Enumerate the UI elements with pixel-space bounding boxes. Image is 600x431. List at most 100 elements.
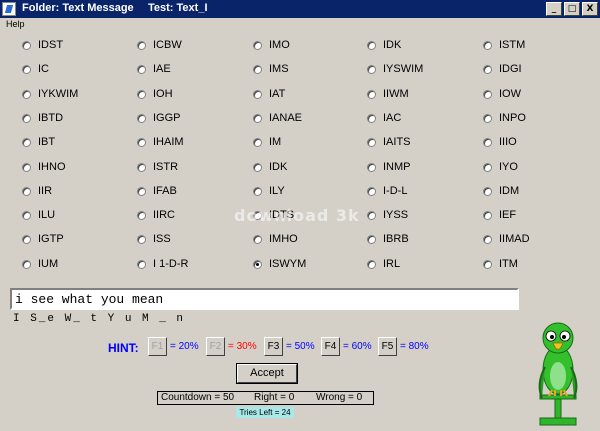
radio-icon[interactable] (137, 40, 146, 50)
option-36[interactable]: ILU (22, 208, 55, 222)
radio-icon[interactable] (253, 259, 262, 269)
radio-icon[interactable] (253, 64, 262, 74)
accept-button[interactable]: Accept (237, 364, 297, 383)
radio-icon[interactable] (367, 40, 376, 50)
radio-icon[interactable] (137, 137, 146, 147)
option-42[interactable]: ISS (137, 232, 171, 246)
radio-icon[interactable] (253, 137, 262, 147)
radio-icon[interactable] (22, 137, 31, 147)
radio-icon[interactable] (483, 259, 492, 269)
option-2[interactable]: ICBW (137, 38, 182, 52)
radio-icon[interactable] (483, 186, 492, 196)
answer-field[interactable]: i see what you mean (10, 288, 519, 310)
radio-icon[interactable] (367, 137, 376, 147)
option-12[interactable]: IOH (137, 87, 173, 101)
radio-icon[interactable] (22, 113, 31, 123)
radio-icon[interactable] (367, 259, 376, 269)
option-21[interactable]: IBT (22, 135, 55, 149)
radio-icon[interactable] (253, 234, 262, 244)
radio-icon[interactable] (137, 89, 146, 99)
radio-icon[interactable] (483, 137, 492, 147)
option-23[interactable]: IM (253, 135, 281, 149)
option-31[interactable]: IIR (22, 184, 52, 198)
hint-f5-button[interactable]: F5 (378, 337, 397, 356)
option-6[interactable]: IC (22, 62, 49, 76)
radio-icon[interactable] (22, 89, 31, 99)
option-33[interactable]: ILY (253, 184, 285, 198)
option-32[interactable]: IFAB (137, 184, 177, 198)
radio-icon[interactable] (483, 234, 492, 244)
option-20[interactable]: INPO (483, 111, 526, 125)
radio-icon[interactable] (22, 40, 31, 50)
radio-icon[interactable] (367, 89, 376, 99)
radio-icon[interactable] (367, 162, 376, 172)
hint-f2-button[interactable]: F2 (206, 337, 225, 356)
option-15[interactable]: IOW (483, 87, 521, 101)
option-5[interactable]: ISTM (483, 38, 525, 52)
hint-f3-button[interactable]: F3 (264, 337, 283, 356)
option-16[interactable]: IBTD (22, 111, 63, 125)
radio-icon[interactable] (22, 259, 31, 269)
option-40[interactable]: IEF (483, 208, 516, 222)
radio-icon[interactable] (22, 210, 31, 220)
radio-icon[interactable] (253, 113, 262, 123)
option-10[interactable]: IDGI (483, 62, 522, 76)
hint-f4-button[interactable]: F4 (321, 337, 340, 356)
option-47[interactable]: I 1-D-R (137, 257, 188, 271)
option-18[interactable]: IANAE (253, 111, 302, 125)
option-45[interactable]: IIMAD (483, 232, 530, 246)
option-11[interactable]: IYKWIM (22, 87, 78, 101)
option-1[interactable]: IDST (22, 38, 63, 52)
option-27[interactable]: ISTR (137, 160, 178, 174)
radio-icon[interactable] (22, 64, 31, 74)
radio-icon[interactable] (367, 186, 376, 196)
radio-icon[interactable] (367, 210, 376, 220)
radio-icon[interactable] (22, 162, 31, 172)
radio-icon[interactable] (483, 40, 492, 50)
option-25[interactable]: IIIO (483, 135, 517, 149)
radio-icon[interactable] (137, 234, 146, 244)
option-8[interactable]: IMS (253, 62, 289, 76)
radio-icon[interactable] (253, 40, 262, 50)
option-46[interactable]: IUM (22, 257, 58, 271)
option-14[interactable]: IIWM (367, 87, 409, 101)
option-50[interactable]: ITM (483, 257, 518, 271)
radio-icon[interactable] (483, 210, 492, 220)
option-41[interactable]: IGTP (22, 232, 64, 246)
radio-icon[interactable] (483, 64, 492, 74)
option-19[interactable]: IAC (367, 111, 401, 125)
radio-icon[interactable] (483, 113, 492, 123)
option-39[interactable]: IYSS (367, 208, 408, 222)
option-13[interactable]: IAT (253, 87, 285, 101)
option-29[interactable]: INMP (367, 160, 411, 174)
radio-icon[interactable] (137, 186, 146, 196)
option-24[interactable]: IAITS (367, 135, 411, 149)
option-37[interactable]: IIRC (137, 208, 175, 222)
radio-icon[interactable] (137, 64, 146, 74)
option-28[interactable]: IDK (253, 160, 287, 174)
hint-f1-button[interactable]: F1 (148, 337, 167, 356)
radio-icon[interactable] (22, 186, 31, 196)
option-30[interactable]: IYO (483, 160, 518, 174)
radio-icon[interactable] (367, 64, 376, 74)
radio-icon[interactable] (483, 89, 492, 99)
option-44[interactable]: IBRB (367, 232, 409, 246)
option-22[interactable]: IHAIM (137, 135, 184, 149)
radio-icon[interactable] (253, 89, 262, 99)
option-48[interactable]: ISWYM (253, 257, 306, 271)
radio-icon[interactable] (137, 113, 146, 123)
option-49[interactable]: IRL (367, 257, 400, 271)
radio-icon[interactable] (367, 234, 376, 244)
option-17[interactable]: IGGP (137, 111, 181, 125)
radio-icon[interactable] (137, 210, 146, 220)
radio-icon[interactable] (22, 234, 31, 244)
radio-icon[interactable] (253, 162, 262, 172)
option-4[interactable]: IDK (367, 38, 401, 52)
radio-icon[interactable] (253, 186, 262, 196)
option-9[interactable]: IYSWIM (367, 62, 423, 76)
option-7[interactable]: IAE (137, 62, 171, 76)
option-3[interactable]: IMO (253, 38, 290, 52)
option-26[interactable]: IHNO (22, 160, 66, 174)
radio-icon[interactable] (137, 162, 146, 172)
option-35[interactable]: IDM (483, 184, 519, 198)
